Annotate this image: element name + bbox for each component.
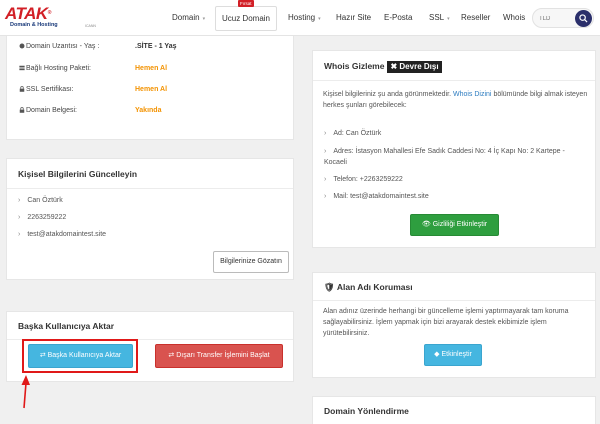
domain-protection-panel: 🛡 Alan Adı Koruması Alan adınız üzerinde… — [312, 272, 596, 378]
panel-title: Whois Gizleme ✖ Devre Dışı — [313, 51, 595, 81]
annotation-arrow-icon — [21, 375, 30, 409]
search-button[interactable] — [575, 10, 592, 27]
enable-protection-button[interactable]: ◆ Etkinleştir — [424, 344, 482, 366]
list-item: › Adres: İstasyon Mahallesi Efe Sadık Cad… — [324, 148, 565, 166]
info-row-age: Domain Uzantısı - Yaş : — [19, 43, 99, 50]
chevron-right-icon: › — [324, 130, 327, 137]
annotation-highlight-box — [22, 339, 138, 373]
chevron-right-icon: › — [18, 197, 21, 204]
panel-title: Domain Yönlendirme — [324, 406, 409, 416]
domain-document-status: Yakında — [135, 107, 162, 114]
nav-hazir-site[interactable]: Hazır Site — [336, 0, 371, 36]
nav-ucuz-domain[interactable]: Ucuz Domain — [215, 6, 277, 31]
firsat-badge: Fırsat — [238, 0, 254, 7]
whois-description: Kişisel bilgileriniz şu anda görünmekted… — [323, 91, 588, 109]
info-row-document: Domain Belgesi: — [19, 107, 77, 114]
lock-icon — [19, 107, 25, 113]
chevron-down-icon: ▾ — [202, 16, 206, 22]
nav-reseller[interactable]: Reseller — [461, 0, 490, 36]
list-item: › Ad: Can Öztürk — [324, 130, 382, 137]
whois-privacy-panel: Whois Gizleme ✖ Devre Dışı Kişisel bilgil… — [312, 50, 596, 248]
domain-info-panel: Domain Uzantısı - Yaş : .SİTE - 1 Yaş Ba… — [6, 36, 294, 140]
top-navbar: ATAK® Domain & Hosting ICANN Domain ▾ Ucu… — [0, 0, 600, 36]
domain-age-value: .SİTE - 1 Yaş — [135, 43, 177, 50]
chevron-right-icon: › — [324, 176, 327, 183]
enable-privacy-button[interactable]: 👁 Gizliliği Etkinleştir — [410, 214, 499, 236]
server-icon — [19, 65, 25, 71]
info-row-ssl: SSL Sertifikası: — [19, 86, 74, 93]
eye-icon: 👁 — [421, 221, 433, 228]
chevron-right-icon: › — [18, 214, 21, 221]
logo-wordmark: ATAK® — [5, 4, 51, 23]
icann-mark: ICANN — [85, 24, 96, 28]
view-info-button[interactable]: Bilgilerinize Gözatın — [213, 251, 289, 273]
chevron-down-icon: ▾ — [318, 16, 321, 22]
info-row-hosting: Bağlı Hosting Paketi: — [19, 65, 91, 72]
list-item: › Mail: test@atakdomaintest.site — [324, 193, 429, 200]
whois-directory-link[interactable]: Whois Dizini — [453, 91, 492, 98]
list-item: › Telefon: +2263259222 — [324, 176, 403, 183]
nav-e-posta[interactable]: E-Posta — [384, 0, 412, 36]
lock-icon — [19, 86, 25, 92]
personal-info-panel: Kişisel Bilgilerini Güncelleyin › Can Özt… — [6, 158, 294, 280]
chevron-right-icon: › — [324, 148, 327, 155]
nav-hosting[interactable]: Hosting ▾ — [288, 0, 321, 36]
protection-description: Alan adınız üzerinde herhangi bir güncel… — [323, 308, 569, 337]
chevron-right-icon: › — [324, 193, 327, 200]
panel-title: Kişisel Bilgilerini Güncelleyin — [7, 159, 293, 189]
nav-whois[interactable]: Whois — [503, 0, 525, 36]
chevron-right-icon: › — [18, 231, 21, 238]
domain-redirect-panel: Domain Yönlendirme — [312, 396, 596, 424]
calendar-icon — [19, 43, 25, 49]
chevron-down-icon: ▾ — [447, 16, 450, 22]
ssl-buy-link[interactable]: Hemen Al — [135, 86, 167, 93]
list-item: › test@atakdomaintest.site — [18, 231, 107, 238]
nav-domain[interactable]: Domain ▾ — [172, 0, 205, 36]
list-item: › Can Öztürk — [18, 197, 63, 204]
search-icon — [579, 14, 588, 23]
tld-search-input[interactable] — [539, 12, 573, 25]
hosting-buy-link[interactable]: Hemen Al — [135, 65, 167, 72]
panel-title: Başka Kullanıcıya Aktar — [7, 312, 293, 340]
privacy-status-badge: ✖ Devre Dışı — [387, 61, 442, 73]
shield-icon: 🛡 — [324, 282, 337, 292]
tld-search — [532, 8, 594, 28]
atak-logo[interactable]: ATAK® Domain & Hosting ICANN — [5, 4, 96, 33]
nav-ssl[interactable]: SSL ▾ — [429, 0, 450, 36]
external-transfer-button[interactable]: ⇄ Dışarı Transfer İşlemini Başlat — [155, 344, 283, 368]
panel-title: 🛡 Alan Adı Koruması — [313, 273, 595, 301]
logo-tagline: Domain & Hosting — [10, 22, 58, 28]
list-item: › 2263259222 — [18, 214, 67, 221]
